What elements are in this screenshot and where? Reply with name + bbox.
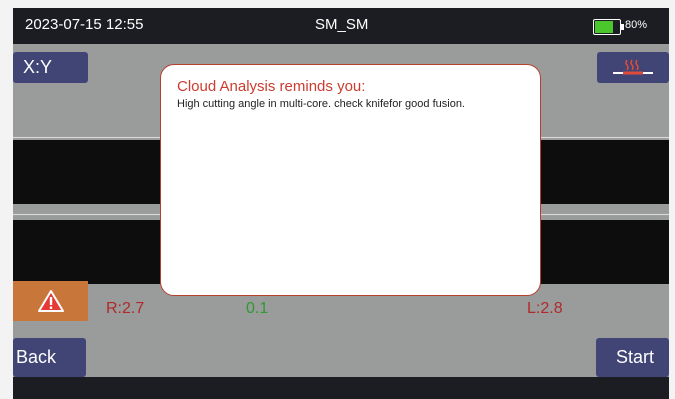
warning-icon (37, 290, 64, 312)
status-bar: 2023-07-15 12:55 SM_SM 80% (13, 8, 669, 44)
cloud-analysis-dialog[interactable]: Cloud Analysis reminds you: High cutting… (160, 64, 541, 296)
heater-button[interactable] (597, 52, 669, 83)
xy-view-button[interactable]: X:Y (13, 52, 88, 83)
back-button[interactable]: Back (13, 338, 86, 377)
battery-level (595, 21, 613, 33)
battery-percent: 80% (625, 19, 648, 31)
start-button[interactable]: Start (596, 338, 669, 377)
fusion-screen: 2023-07-15 12:55 SM_SM 80% X:Y R:2.7 0.1… (13, 8, 669, 377)
datetime: 2023-07-15 12:55 (25, 16, 144, 33)
battery-icon (593, 19, 624, 35)
dialog-title: Cloud Analysis reminds you: (177, 78, 366, 95)
bottom-bezel (13, 377, 669, 399)
right-angle-value: R:2.7 (106, 300, 145, 317)
dialog-message: High cutting angle in multi-core. check … (177, 98, 465, 110)
fusion-mode: SM_SM (315, 16, 369, 33)
heater-icon (613, 59, 653, 74)
warning-button[interactable] (13, 281, 88, 321)
xy-view-label: X:Y (23, 57, 53, 77)
left-angle-value: L:2.8 (527, 300, 563, 317)
battery-tip (621, 24, 624, 30)
core-offset-value: 0.1 (246, 300, 269, 317)
back-label: Back (16, 347, 57, 367)
start-label: Start (615, 347, 654, 367)
